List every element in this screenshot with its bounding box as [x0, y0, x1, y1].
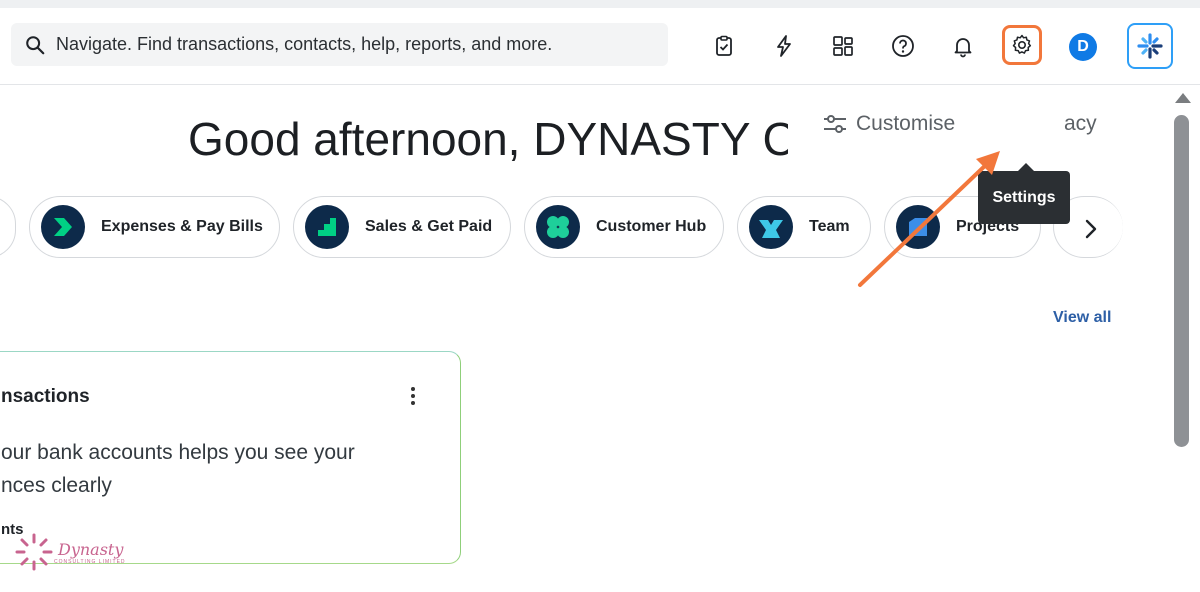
help-button[interactable]	[890, 33, 916, 59]
clipboard-check-icon	[716, 35, 732, 56]
gear-icon	[1012, 34, 1032, 54]
chevron-right-icon	[1085, 219, 1097, 239]
shortcut-label: Team	[809, 218, 850, 235]
customer-hub-icon	[536, 205, 580, 249]
lightning-icon	[777, 35, 791, 57]
scrollbar-thumb[interactable]	[1174, 115, 1189, 447]
avatar[interactable]: D	[1069, 33, 1097, 61]
shortcut-label: Customer Hub	[596, 218, 707, 235]
shortcut-expenses[interactable]: Expenses & Pay Bills	[29, 196, 280, 258]
team-icon	[749, 205, 793, 249]
card-menu-button[interactable]	[409, 387, 417, 409]
apps-icon	[833, 36, 853, 56]
top-bar: Navigate. Find transactions, contacts, h…	[0, 8, 1200, 85]
card-description: our bank accounts helps you see your nce…	[1, 436, 431, 502]
bell-icon	[954, 38, 972, 58]
projects-icon	[896, 205, 940, 249]
vertical-scrollbar[interactable]	[1170, 85, 1200, 592]
shortcut-label: Sales & Get Paid	[365, 218, 493, 235]
card-title: nsactions	[1, 386, 90, 407]
search-bar[interactable]: Navigate. Find transactions, contacts, h…	[11, 23, 668, 66]
kebab-dot-icon	[411, 387, 415, 391]
expenses-icon	[41, 205, 85, 249]
shortcut-team[interactable]: Team	[737, 196, 871, 258]
kebab-dot-icon	[411, 401, 415, 405]
watermark-text: Dynasty	[58, 539, 124, 559]
dashboard-main: Good afternoon, DYNASTY CONSULTING! Cust…	[0, 85, 1170, 592]
card-description-line: nces clearly	[1, 474, 112, 497]
customise-button[interactable]: Customise	[822, 112, 955, 136]
settings-button[interactable]	[1002, 25, 1042, 65]
dynasty-watermark: Dynasty CONSULTING LIMITED	[14, 532, 126, 572]
tasks-button[interactable]	[711, 33, 737, 59]
shortcut-pill-partial[interactable]	[0, 196, 16, 258]
help-icon	[892, 35, 914, 57]
search-icon	[26, 35, 45, 54]
card-description-line: our bank accounts helps you see your	[1, 441, 355, 464]
settings-tooltip: Settings	[978, 163, 1070, 224]
shortcuts-next-button[interactable]	[1080, 216, 1102, 242]
dynasty-logo-icon	[15, 533, 53, 571]
sliders-icon	[824, 115, 846, 133]
scroll-up-arrow-icon[interactable]	[1175, 93, 1191, 103]
shortcut-label: Expenses & Pay Bills	[101, 218, 263, 235]
create-button[interactable]	[771, 33, 797, 59]
sparkle-icon	[1137, 33, 1163, 59]
view-all-link[interactable]: View all	[1053, 309, 1111, 327]
apps-button[interactable]	[830, 33, 856, 59]
watermark-subtext: CONSULTING LIMITED	[54, 558, 126, 565]
greeting-heading: Good afternoon, DYNASTY CONSULTING!	[188, 113, 788, 165]
kebab-dot-icon	[411, 394, 415, 398]
shortcut-sales[interactable]: Sales & Get Paid	[293, 196, 511, 258]
privacy-toggle-label[interactable]: acy	[1064, 112, 1097, 136]
sales-icon	[305, 205, 349, 249]
customise-label: Customise	[856, 112, 956, 135]
shortcut-customer-hub[interactable]: Customer Hub	[524, 196, 724, 258]
ai-assistant-button[interactable]	[1127, 23, 1173, 69]
notifications-button[interactable]	[950, 33, 976, 59]
search-placeholder: Navigate. Find transactions, contacts, h…	[56, 34, 553, 54]
